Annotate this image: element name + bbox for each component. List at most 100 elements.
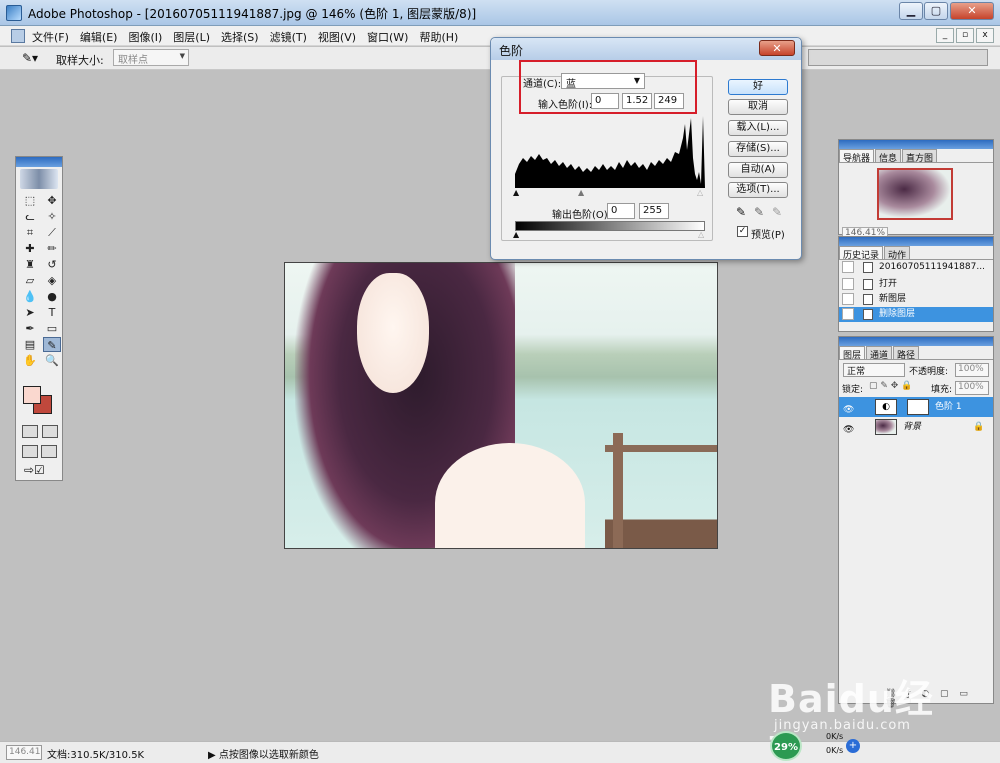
menu-view[interactable]: 视图(V) <box>318 29 356 45</box>
menu-select[interactable]: 选择(S) <box>221 29 259 45</box>
healing-brush-tool-icon[interactable]: ✚ <box>21 241 39 256</box>
full-screen-menu-icon[interactable] <box>41 445 57 458</box>
layer-visibility-eye-icon[interactable]: 👁 <box>843 420 854 440</box>
document-canvas[interactable] <box>284 262 718 549</box>
gray-eyedropper-icon[interactable]: ✎ <box>754 205 764 219</box>
foreground-color-swatch[interactable] <box>23 386 41 404</box>
input-black-field[interactable]: 0 <box>591 93 619 109</box>
jump-to-imageready-icon[interactable]: ⇨☑ <box>24 463 45 477</box>
pen-tool-icon[interactable]: ✒ <box>21 321 39 336</box>
slice-tool-icon[interactable]: ⟋ <box>43 225 61 240</box>
tab-layers[interactable]: 图层 <box>839 346 866 361</box>
standard-mode-icon[interactable] <box>22 425 38 438</box>
eraser-tool-icon[interactable]: ▱ <box>21 273 39 288</box>
history-item-new-layer[interactable]: 新图层 <box>839 292 993 307</box>
gamma-slider[interactable]: ▲ <box>578 188 584 197</box>
layer-mask-thumbnail[interactable] <box>907 399 929 415</box>
eyedropper-tool-icon[interactable]: ✎ <box>43 337 61 352</box>
layer-background[interactable]: 👁 背景 🔒 <box>839 417 993 437</box>
zoom-tool-icon[interactable]: 🔍 <box>43 353 61 368</box>
black-point-slider[interactable]: ▲ <box>513 188 519 197</box>
sample-size-select[interactable]: 取样点 <box>113 49 189 66</box>
history-panel-header[interactable] <box>839 237 993 246</box>
type-tool-icon[interactable]: T <box>43 305 61 320</box>
white-eyedropper-icon[interactable]: ✎ <box>772 205 782 219</box>
window-close-button[interactable]: ✕ <box>950 2 994 20</box>
toolbox-header[interactable] <box>16 157 62 167</box>
status-zoom-field[interactable]: 146.41 <box>6 745 42 760</box>
layer-levels-1[interactable]: 👁 ◐ 色阶 1 <box>839 397 993 417</box>
preview-checkbox[interactable]: ✓ <box>737 226 748 237</box>
marquee-tool-icon[interactable]: ⬚ <box>21 193 39 208</box>
minimize-button[interactable]: ▁ <box>899 2 923 20</box>
history-snapshot[interactable]: 20160705111941887... <box>839 260 993 275</box>
notes-tool-icon[interactable]: ▤ <box>21 337 39 352</box>
move-tool-icon[interactable]: ✥ <box>43 193 61 208</box>
layers-panel-header[interactable] <box>839 337 993 346</box>
menu-file[interactable]: 文件(F) <box>32 29 69 45</box>
output-black-field[interactable]: 0 <box>607 203 635 219</box>
tab-histogram[interactable]: 直方图 <box>902 149 938 164</box>
menu-edit[interactable]: 编辑(E) <box>80 29 118 45</box>
output-black-slider[interactable]: ▲ <box>513 230 519 239</box>
tab-navigator[interactable]: 导航器 <box>839 149 875 164</box>
doc-restore-button[interactable]: ▫ <box>956 28 974 43</box>
cancel-button[interactable]: 取消 <box>728 99 788 115</box>
black-eyedropper-icon[interactable]: ✎ <box>736 205 746 219</box>
lasso-tool-icon[interactable]: ᓚ <box>21 209 39 224</box>
channel-select[interactable]: 蓝 <box>561 73 645 90</box>
options-button[interactable]: 选项(T)... <box>728 182 788 198</box>
lock-icons[interactable]: ▢ ✎ ✥ 🔒 <box>869 381 912 391</box>
maximize-button[interactable]: ▢ <box>924 2 948 20</box>
crop-tool-icon[interactable]: ⌗ <box>21 225 39 240</box>
load-button[interactable]: 载入(L)... <box>728 120 788 136</box>
menu-help[interactable]: 帮助(H) <box>419 29 458 45</box>
levels-dialog-titlebar[interactable]: 色阶 ✕ <box>491 38 801 60</box>
brush-tool-icon[interactable]: ✏ <box>43 241 61 256</box>
adobe-feather-icon[interactable] <box>20 169 58 189</box>
input-gamma-field[interactable]: 1.52 <box>622 93 652 109</box>
auto-button[interactable]: 自动(A) <box>728 162 788 178</box>
navigator-panel-header[interactable] <box>839 140 993 149</box>
history-item-delete-layer[interactable]: 删除图层 <box>839 307 993 322</box>
menu-layer[interactable]: 图层(L) <box>173 29 210 45</box>
network-speed-widget[interactable]: 29% 0K/s 0K/s + <box>770 729 866 761</box>
history-brush-tool-icon[interactable]: ↺ <box>43 257 61 272</box>
quick-mask-mode-icon[interactable] <box>42 425 58 438</box>
dodge-tool-icon[interactable]: ● <box>43 289 61 304</box>
hand-tool-icon[interactable]: ✋ <box>21 353 39 368</box>
tab-info[interactable]: 信息 <box>875 149 902 164</box>
standard-screen-icon[interactable] <box>22 445 38 458</box>
menu-filter[interactable]: 滤镜(T) <box>270 29 307 45</box>
accelerate-plus-icon[interactable]: + <box>846 739 860 753</box>
photo-shoulder <box>435 443 585 548</box>
tab-channels[interactable]: 通道 <box>866 346 893 361</box>
menu-image[interactable]: 图像(I) <box>128 29 162 45</box>
document-icon[interactable] <box>11 29 25 43</box>
output-white-field[interactable]: 255 <box>639 203 669 219</box>
levels-close-button[interactable]: ✕ <box>759 40 795 56</box>
save-button[interactable]: 存储(S)... <box>728 141 788 157</box>
doc-close-button[interactable]: x <box>976 28 994 43</box>
clone-stamp-tool-icon[interactable]: ♜ <box>21 257 39 272</box>
paint-bucket-tool-icon[interactable]: ◈ <box>43 273 61 288</box>
path-selection-tool-icon[interactable]: ➤ <box>21 305 39 320</box>
ok-button[interactable]: 好 <box>728 79 788 95</box>
navigator-thumbnail[interactable] <box>877 168 953 220</box>
tab-history[interactable]: 历史记录 <box>839 246 884 261</box>
blend-mode-select[interactable]: 正常 <box>843 363 905 377</box>
history-item-open[interactable]: 打开 <box>839 277 993 292</box>
tab-actions[interactable]: 动作 <box>884 246 911 261</box>
input-white-field[interactable]: 249 <box>654 93 684 109</box>
eyedropper-tool-preset-icon[interactable]: ✎▾ <box>22 51 38 65</box>
fill-field[interactable]: 100% <box>955 381 989 395</box>
menu-window[interactable]: 窗口(W) <box>367 29 408 45</box>
blur-tool-icon[interactable]: 💧 <box>21 289 39 304</box>
output-white-slider[interactable]: △ <box>698 230 704 239</box>
white-point-slider[interactable]: △ <box>697 188 703 197</box>
magic-wand-tool-icon[interactable]: ✧ <box>43 209 61 224</box>
opacity-field[interactable]: 100% <box>955 363 989 377</box>
tab-paths[interactable]: 路径 <box>893 346 920 361</box>
doc-minimize-button[interactable]: _ <box>936 28 954 43</box>
shape-tool-icon[interactable]: ▭ <box>43 321 61 336</box>
